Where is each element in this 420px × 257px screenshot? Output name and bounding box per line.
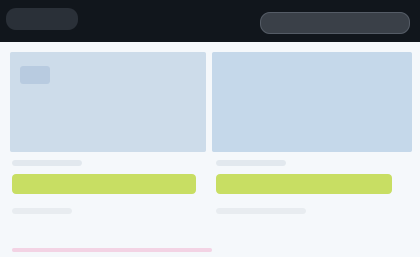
right-text-placeholder bbox=[216, 208, 306, 214]
pink-accent-strip bbox=[12, 248, 212, 252]
right-banner-panel[interactable] bbox=[212, 52, 412, 152]
left-action-button[interactable] bbox=[12, 174, 196, 194]
right-action-button[interactable] bbox=[216, 174, 392, 194]
logo-icon[interactable] bbox=[6, 8, 78, 30]
top-navigation-bar bbox=[0, 0, 420, 50]
main-content bbox=[0, 42, 420, 257]
page bbox=[0, 0, 420, 257]
search-input[interactable] bbox=[260, 12, 410, 34]
panel-graphic bbox=[20, 66, 50, 84]
right-caption-placeholder bbox=[216, 160, 286, 166]
left-caption-placeholder bbox=[12, 160, 82, 166]
left-banner-panel[interactable] bbox=[10, 52, 206, 152]
left-text-placeholder bbox=[12, 208, 72, 214]
